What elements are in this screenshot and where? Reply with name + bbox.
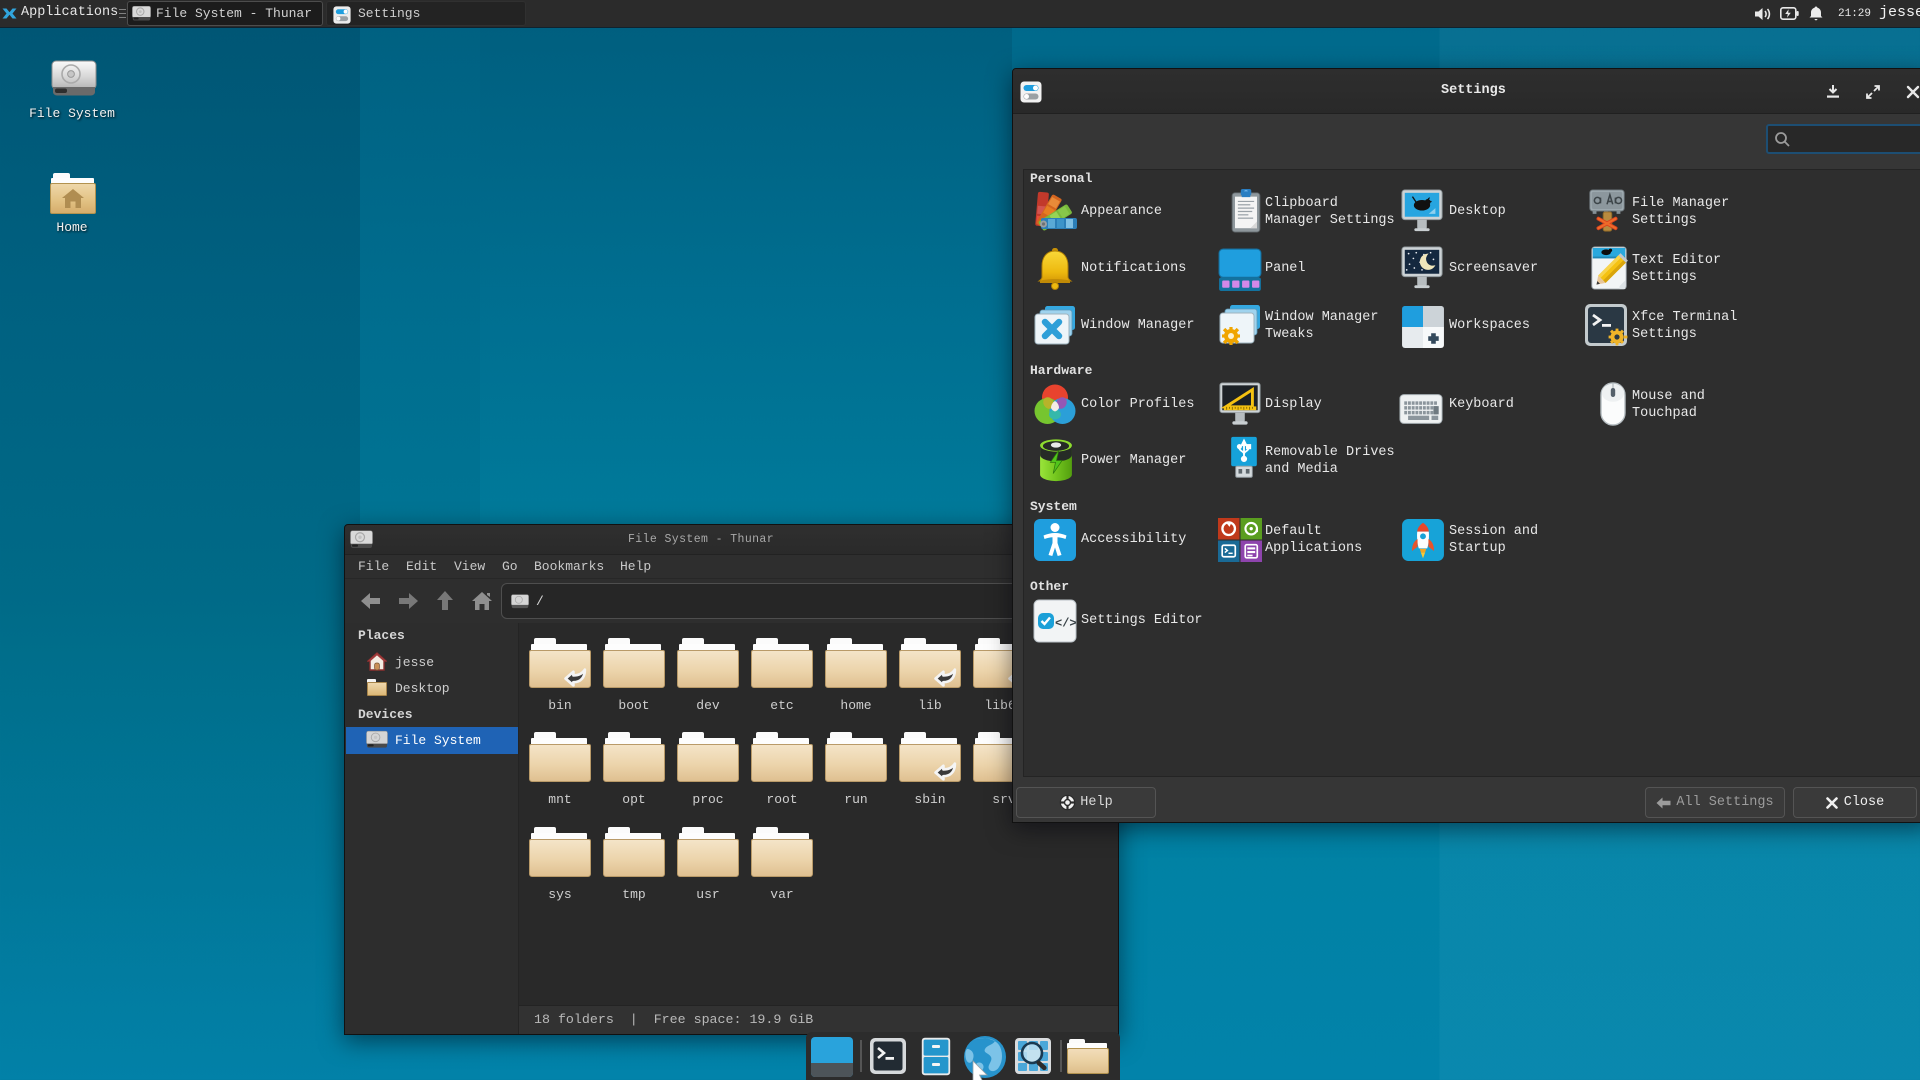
svg-text:</>: </> (1055, 617, 1077, 631)
